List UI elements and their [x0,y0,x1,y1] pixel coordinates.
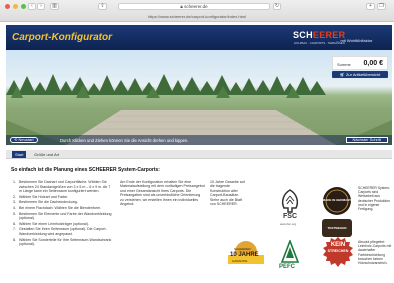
warranty-info-text: 10 Jahre Garantie auf die tragende Konst… [210,180,245,207]
fsc-tree-icon [281,189,299,213]
share-icon[interactable]: ⇪ [98,3,107,10]
scene-bottom-bar: ⟲ Neustart Durch Klicken und Ziehen könn… [6,135,392,145]
address-text: scheerer.de [184,4,208,9]
configurator-3d-view[interactable]: Summe 0,00 € 🛒︎ Zur Artikelübersicht ⟲ N… [6,50,392,145]
forward-icon[interactable]: › [37,3,45,10]
list-item: 7. Gestalten Sie Ihren Seitenraum (option… [13,227,107,236]
warranty-brand: SCHEERER [234,247,251,251]
restart-button[interactable]: ⟲ Neustart [10,137,38,143]
list-item: 2. Wählen Sie Holzart und Farbe. [13,194,69,199]
list-item: 8. Wählen Sie Sonderteile für Ihre Seiten… [13,237,112,247]
restart-label: Neustart [18,137,34,142]
restart-icon: ⟲ [14,137,18,142]
list-item: 4. Bei einem Flachdach: Wählen Sie die Bl… [13,205,102,210]
list-item: 6. Wählen Sie einen Leimholzträger (optio… [13,221,89,226]
pefc-label: PEFC [279,264,296,270]
window-controls[interactable] [5,4,26,9]
article-overview-label: Zur Artikelübersicht [345,72,381,77]
seal-test-text: TESTSIEGER [327,226,347,230]
back-icon[interactable]: ‹ [28,3,36,10]
site-header: Carport-Konfigurator SCHEERER HOLZBAU · … [6,25,392,50]
browser-toolbar: ‹ › ▥ ⇪ 🔒︎ scheerer.de ↻ + ❐ https://www… [0,0,394,22]
tagline: ... mit Wohlfühlfaktor [336,38,373,43]
step-start[interactable]: Start [12,151,27,158]
price-summary: Summe 0,00 € [332,56,388,70]
lock-icon: 🔒︎ [180,4,183,9]
quote-info-text: Am Ende der Konfiguration erhalten Sie e… [120,180,205,207]
fsc-label: FSC [283,213,297,220]
sidebar-toggle-icon[interactable]: ▥ [50,3,59,10]
step-size-type[interactable]: Größe und Art [34,150,59,159]
tabs-overview-icon[interactable]: ❐ [377,3,386,10]
warranty-years: 10 JAHRE [230,252,259,258]
logo-text-1: SCH [293,30,313,40]
article-overview-button[interactable]: 🛒︎ Zur Artikelübersicht [332,71,388,78]
next-step-button[interactable]: Nächster Schritt [345,137,388,143]
cart-icon: 🛒︎ [339,72,345,77]
info-heading: So einfach ist die Planung eines SCHEERE… [11,167,160,173]
list-item: 3. Bestimmen Sie die Dacheindeckung. [13,200,78,205]
list-item: 5. Bestimmen Sie Elemente und Farbe der W… [13,211,112,221]
address-bar[interactable]: 🔒︎ scheerer.de [118,3,270,10]
kein-label: KEIN [330,242,346,248]
pefc-tree-icon [280,240,300,263]
seal-germany-text: MADE IN GERMANY [322,198,352,202]
new-tab-icon[interactable]: + [366,3,375,10]
browser-window: ‹ › ▥ ⇪ 🔒︎ scheerer.de ↻ + ❐ https://www… [0,0,394,283]
step-navigation: Start Größe und Art [6,150,392,159]
planning-steps-list: 1. Bestimmen Sie Dachart und Carportfläch… [13,180,113,248]
tab-url[interactable]: https://www.scheerer.de/carport-konfigur… [0,13,394,21]
made-in-germany-note: SCHEERER System-Carports sind Wertarbeit… [358,186,391,212]
next-step-label: Nächster Schritt [352,137,381,142]
rotate-hint: Durch Klicken und Ziehen können Sie die … [60,138,189,143]
page-title: Carport-Konfigurator [12,32,112,43]
no-painting-note: Absolut pflegefrei: Leimholz-Carports mi… [358,240,392,266]
fsc-url: www.fsc.org [280,222,297,226]
price-label: Summe [337,62,351,67]
minimize-window-icon[interactable] [13,4,18,9]
reload-icon[interactable]: ↻ [273,3,281,10]
close-window-icon[interactable] [5,4,10,9]
warranty-label: GARANTIE [232,259,248,263]
list-item: 1. Bestimmen Sie Dachart und Carportfläch… [13,180,111,194]
price-value: 0,00 € [363,60,383,67]
zoom-window-icon[interactable] [21,4,26,9]
no-painting-text: KEIN STREICHEN [324,242,352,253]
streichen-label: STREICHEN [327,249,349,253]
